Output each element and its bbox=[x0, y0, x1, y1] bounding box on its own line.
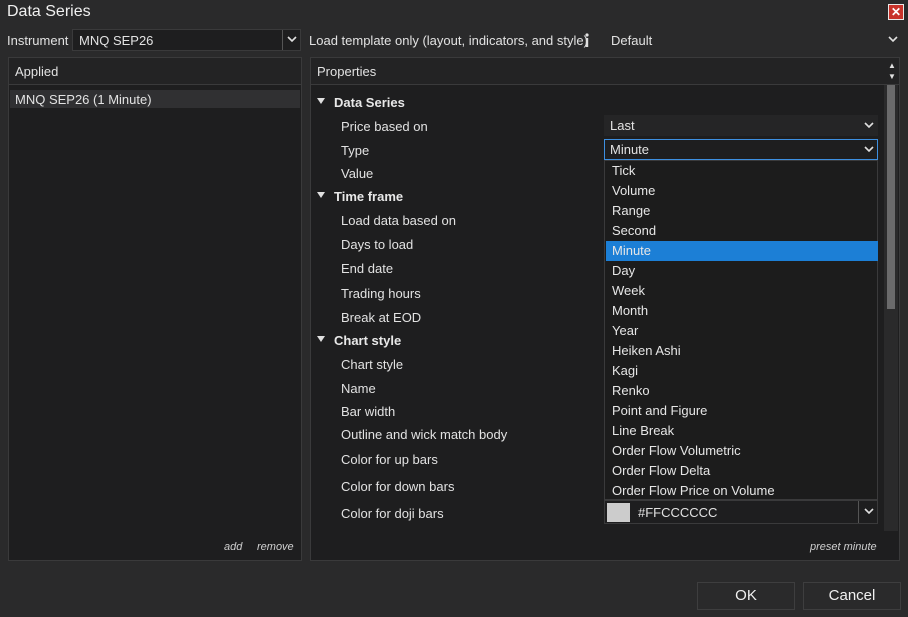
applied-header: Applied bbox=[9, 58, 301, 85]
prop-outline-wick: Outline and wick match body bbox=[341, 427, 508, 442]
instrument-value: MNQ SEP26 bbox=[79, 33, 154, 48]
option-volume[interactable]: Volume bbox=[606, 181, 878, 201]
add-link[interactable]: add bbox=[224, 541, 242, 553]
prop-color-doji-bars: Color for doji bars bbox=[341, 506, 444, 521]
instrument-selector[interactable]: MNQ SEP26 bbox=[72, 29, 301, 51]
option-kagi[interactable]: Kagi bbox=[606, 361, 878, 381]
ok-button[interactable]: OK bbox=[697, 582, 795, 610]
template-label: Load template only (layout, indicators, … bbox=[309, 33, 588, 48]
title-bar: Data Series ✕ bbox=[0, 0, 908, 24]
remove-link[interactable]: remove bbox=[257, 541, 294, 553]
prop-chart-style: Chart style bbox=[341, 357, 404, 372]
collapse-triangle-icon[interactable] bbox=[317, 192, 325, 198]
info-icon[interactable] bbox=[582, 31, 592, 49]
option-month[interactable]: Month bbox=[606, 301, 878, 321]
scrollbar-thumb[interactable] bbox=[887, 85, 895, 309]
option-line-break[interactable]: Line Break bbox=[606, 421, 878, 441]
preset-link[interactable]: preset minute bbox=[810, 541, 877, 553]
collapse-triangle-icon[interactable] bbox=[317, 336, 325, 342]
option-heiken-ashi[interactable]: Heiken Ashi bbox=[606, 341, 878, 361]
cancel-button[interactable]: Cancel bbox=[803, 582, 901, 610]
prop-days-to-load: Days to load bbox=[341, 237, 414, 252]
color-swatch[interactable] bbox=[607, 503, 630, 522]
option-point-and-figure[interactable]: Point and Figure bbox=[606, 401, 878, 421]
option-week[interactable]: Week bbox=[606, 281, 878, 301]
template-selector[interactable]: Default bbox=[604, 29, 901, 51]
prop-color-up-bars: Color for up bars bbox=[341, 452, 438, 467]
prop-type: Type bbox=[341, 143, 370, 158]
prop-color-down-bars: Color for down bars bbox=[341, 479, 455, 494]
doji-color-value: #FFCCCCCC bbox=[638, 505, 718, 520]
option-year[interactable]: Year bbox=[606, 321, 878, 341]
list-item[interactable]: MNQ SEP26 (1 Minute) bbox=[10, 90, 300, 108]
option-order-flow-price-on-volume[interactable]: Order Flow Price on Volume bbox=[606, 481, 878, 501]
prop-end-date: End date bbox=[341, 261, 394, 276]
chevron-down-icon[interactable] bbox=[860, 502, 878, 522]
option-day[interactable]: Day bbox=[606, 261, 878, 281]
prop-name: Name bbox=[341, 381, 376, 396]
applied-panel: Applied MNQ SEP26 (1 Minute) add remove bbox=[8, 57, 302, 561]
properties-header: Properties bbox=[311, 58, 899, 85]
prop-bar-width: Bar width bbox=[341, 404, 396, 419]
collapse-triangle-icon[interactable] bbox=[317, 98, 325, 104]
option-order-flow-delta[interactable]: Order Flow Delta bbox=[606, 461, 878, 481]
type-select[interactable]: Minute bbox=[604, 139, 878, 160]
prop-trading-hours: Trading hours bbox=[341, 286, 421, 301]
instrument-label: Instrument bbox=[7, 33, 69, 48]
option-second[interactable]: Second bbox=[606, 221, 878, 241]
doji-color-picker[interactable]: #FFCCCCCC bbox=[604, 500, 878, 524]
scrollbar[interactable] bbox=[884, 85, 898, 531]
scroll-down-icon[interactable]: ▼ bbox=[886, 71, 898, 83]
prop-break-at-eod: Break at EOD bbox=[341, 310, 422, 325]
option-range[interactable]: Range bbox=[606, 201, 878, 221]
prop-value: Value bbox=[341, 166, 374, 181]
chevron-down-icon[interactable] bbox=[860, 140, 878, 160]
type-dropdown-list: Tick Volume Range Second Minute Day Week… bbox=[604, 160, 878, 500]
window-title: Data Series bbox=[7, 3, 91, 20]
template-value: Default bbox=[611, 33, 653, 48]
chevron-down-icon[interactable] bbox=[860, 116, 878, 136]
option-order-flow-volumetric[interactable]: Order Flow Volumetric bbox=[606, 441, 878, 461]
price-based-on-select[interactable]: Last bbox=[604, 115, 878, 136]
close-icon[interactable]: ✕ bbox=[888, 4, 904, 20]
chevron-down-icon[interactable] bbox=[884, 30, 902, 50]
option-renko[interactable]: Renko bbox=[606, 381, 878, 401]
option-minute[interactable]: Minute bbox=[606, 241, 878, 261]
option-tick[interactable]: Tick bbox=[606, 161, 878, 181]
chevron-down-icon[interactable] bbox=[283, 30, 301, 50]
prop-price-based-on: Price based on bbox=[341, 119, 428, 134]
prop-load-data-based-on: Load data based on bbox=[341, 213, 456, 228]
